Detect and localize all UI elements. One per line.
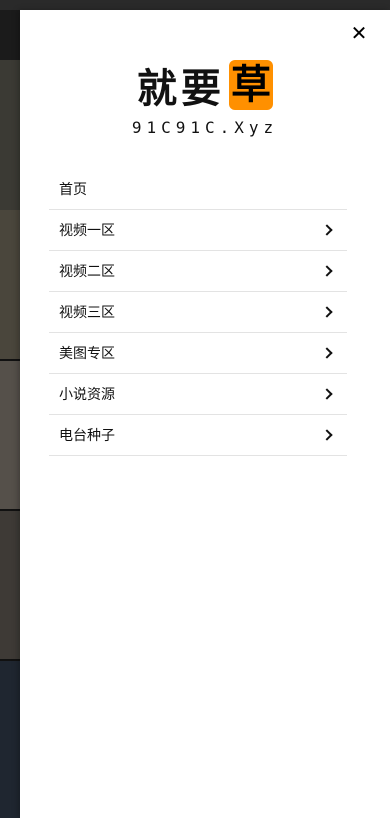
background-divider: [0, 509, 22, 511]
chevron-right-icon: [321, 306, 333, 318]
background-divider: [0, 359, 22, 361]
side-drawer: ✕ 就要 草 91C91C.Xyz 首页 视频一区 视频二区 视频三区 美图专区…: [20, 10, 390, 818]
menu-item-video-1[interactable]: 视频一区: [49, 210, 347, 251]
background-card: [0, 660, 22, 818]
close-icon[interactable]: ✕: [350, 23, 368, 43]
menu-item-home[interactable]: 首页: [49, 169, 347, 210]
chevron-right-icon: [321, 347, 333, 359]
menu-item-label: 视频三区: [59, 305, 115, 321]
menu-item-label: 美图专区: [59, 346, 115, 362]
menu-item-label: 视频一区: [59, 223, 115, 239]
menu-item-video-2[interactable]: 视频二区: [49, 251, 347, 292]
site-logo[interactable]: 就要 草 91C91C.Xyz: [20, 56, 390, 137]
logo-subtitle: 91C91C.Xyz: [131, 118, 279, 137]
chevron-right-icon: [321, 388, 333, 400]
menu-item-novels[interactable]: 小说资源: [49, 374, 347, 415]
logo-highlight-box: 草: [229, 60, 273, 110]
chevron-right-icon: [321, 265, 333, 277]
background-card: [0, 60, 22, 210]
logo-text: 就要: [137, 66, 225, 112]
logo-row: 就要 草: [137, 56, 273, 114]
background-card: [0, 360, 22, 510]
background-card: [0, 210, 22, 360]
menu-item-images[interactable]: 美图专区: [49, 333, 347, 374]
chevron-right-icon: [321, 224, 333, 236]
menu-item-label: 电台种子: [59, 428, 115, 444]
background-divider: [0, 659, 22, 661]
chevron-right-icon: [321, 429, 333, 441]
menu-item-label: 小说资源: [59, 387, 115, 403]
menu-item-label: 首页: [59, 182, 87, 198]
nav-menu: 首页 视频一区 视频二区 视频三区 美图专区 小说资源 电台种子: [49, 169, 347, 456]
menu-item-video-3[interactable]: 视频三区: [49, 292, 347, 333]
background-card: [0, 510, 22, 660]
background-header: [0, 10, 22, 60]
menu-item-label: 视频二区: [59, 264, 115, 280]
menu-item-radio-seeds[interactable]: 电台种子: [49, 415, 347, 456]
